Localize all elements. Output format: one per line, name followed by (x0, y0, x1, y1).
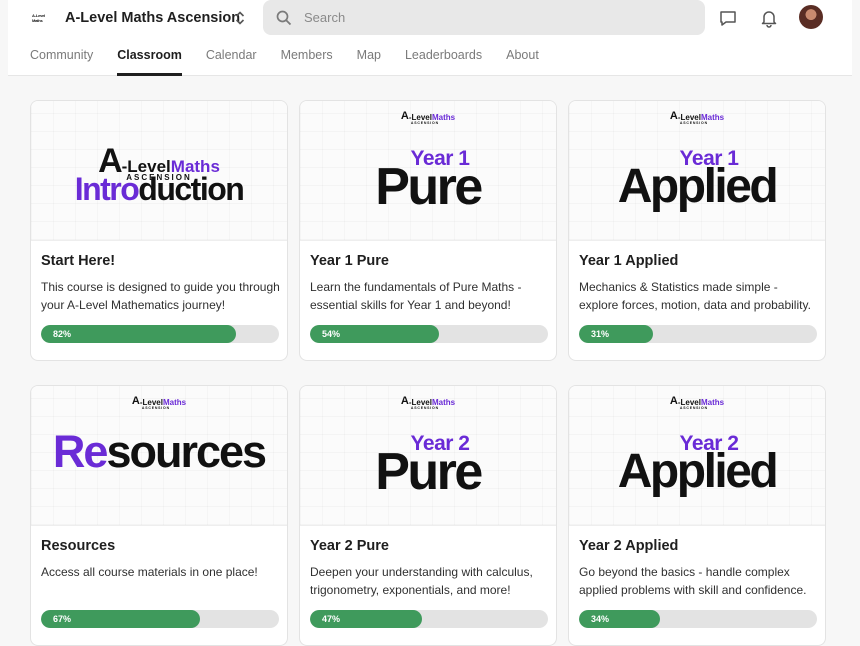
notification-bell-icon[interactable] (759, 8, 779, 28)
progress-fill: 34% (579, 610, 660, 628)
heading-part: duction (138, 171, 245, 207)
course-card-year-2-applied[interactable]: A -Level Maths ASCENSION Year 2 Applied Yea… (568, 385, 826, 646)
thumbnail-heading: Applied (569, 446, 825, 498)
progress-label: 67% (53, 614, 72, 624)
progress-fill: 31% (579, 325, 653, 343)
course-title: Start Here! (41, 253, 116, 269)
chat-icon[interactable] (718, 8, 738, 28)
course-card-year-1-applied[interactable]: A -Level Maths ASCENSION Year 1 Applied Yea… (568, 100, 826, 361)
brand[interactable]: A-Level Maths A-Level Maths Ascension (32, 6, 240, 30)
progress-bar: 34% (579, 610, 817, 628)
search-input[interactable] (304, 10, 684, 25)
course-title: Year 1 Applied (579, 253, 679, 269)
course-thumbnail: A -Level Maths ASCENSION Year 2 Pure (300, 386, 556, 526)
progress-label: 34% (591, 614, 610, 624)
course-description: Deepen your understanding with calculus,… (310, 565, 533, 597)
course-card-year-1-pure[interactable]: A -Level Maths ASCENSION Year 1 Pure Year 1… (299, 100, 557, 361)
progress-bar: 67% (41, 610, 279, 628)
community-switcher-icon[interactable] (233, 9, 247, 27)
tab-about[interactable]: About (506, 45, 539, 76)
progress-fill: 47% (310, 610, 422, 628)
progress-bar: 47% (310, 610, 548, 628)
community-logo-text: A-Level Maths (32, 13, 46, 23)
course-thumbnail: A -Level Maths ASCENSION Year 1 Applied (569, 101, 825, 241)
search-icon (276, 10, 292, 25)
community-logo: A-Level Maths (32, 13, 54, 23)
logo-ascension: ASCENSION (679, 121, 708, 125)
logo-ascension: ASCENSION (141, 406, 170, 410)
tab-map[interactable]: Map (357, 45, 381, 76)
course-title: Year 1 Pure (310, 253, 389, 269)
progress-label: 54% (322, 329, 341, 339)
course-thumbnail: A-LevelMaths ASCENSION Introduction (31, 101, 287, 241)
logo-ascension: ASCENSION (410, 406, 439, 410)
heading-part: A (617, 160, 653, 213)
tab-classroom[interactable]: Classroom (117, 45, 182, 76)
brand-logo-small: A -Level Maths ASCENSION (669, 110, 724, 125)
logo-ascension: ASCENSION (410, 121, 439, 125)
course-description: Access all course materials in one place… (41, 565, 258, 579)
heading-part: Intro (74, 171, 140, 207)
tab-leaderboards[interactable]: Leaderboards (405, 45, 482, 76)
heading-part: Re (52, 426, 109, 477)
logo-ascension: ASCENSION (679, 406, 708, 410)
progress-fill: 54% (310, 325, 439, 343)
logo-a: A (131, 395, 140, 407)
course-description: Mechanics & Statistics made simple - exp… (579, 280, 811, 312)
progress-label: 82% (53, 329, 72, 339)
progress-bar: 31% (579, 325, 817, 343)
heading-part: pplied (649, 160, 779, 213)
course-title: Year 2 Applied (579, 538, 679, 554)
tab-calendar[interactable]: Calendar (206, 45, 257, 76)
community-title: A-Level Maths Ascension (65, 10, 241, 26)
course-card-resources[interactable]: A -Level Maths ASCENSION Resources Resource… (30, 385, 288, 646)
course-description: Go beyond the basics - handle complex ap… (579, 565, 807, 597)
progress-fill: 82% (41, 325, 237, 343)
course-thumbnail: A -Level Maths ASCENSION Year 2 Applied (569, 386, 825, 526)
course-description: This course is designed to guide you thr… (41, 280, 280, 312)
course-description: Learn the fundamentals of Pure Maths - e… (310, 280, 522, 312)
top-bar: A-Level Maths A-Level Maths Ascension Co… (8, 0, 852, 76)
progress-label: 31% (591, 329, 610, 339)
brand-logo-small: A -Level Maths ASCENSION (669, 395, 724, 410)
logo-a: A (400, 110, 409, 122)
search-bar[interactable] (263, 0, 705, 35)
heading-part: sources (106, 426, 267, 477)
thumbnail-heading: Pure (375, 443, 483, 501)
logo-a: A (669, 110, 678, 122)
heading-part: pplied (649, 445, 779, 498)
course-title: Year 2 Pure (310, 538, 389, 554)
logo-a: A (400, 395, 409, 407)
progress-bar: 54% (310, 325, 548, 343)
progress-fill: 67% (41, 610, 201, 628)
nav-tabs: Community Classroom Calendar Members Map… (30, 45, 563, 76)
course-card-year-2-pure[interactable]: A -Level Maths ASCENSION Year 2 Pure Year 2… (299, 385, 557, 646)
heading-part: A (617, 445, 653, 498)
thumbnail-heading: Introduction (31, 171, 287, 208)
thumbnail-heading: Applied (569, 161, 825, 213)
tab-community[interactable]: Community (30, 45, 93, 76)
thumbnail-heading: Pure (375, 158, 483, 216)
progress-label: 47% (322, 614, 341, 624)
thumbnail-heading: Resources (31, 426, 287, 478)
course-thumbnail: A -Level Maths ASCENSION Year 1 Pure (300, 101, 556, 241)
course-thumbnail: A -Level Maths ASCENSION Resources (31, 386, 287, 526)
user-avatar[interactable] (799, 5, 823, 29)
brand-logo-small: A -Level Maths ASCENSION (400, 110, 455, 125)
tab-members[interactable]: Members (281, 45, 333, 76)
course-title: Resources (41, 538, 116, 554)
progress-bar: 82% (41, 325, 279, 343)
course-card-start-here[interactable]: A-LevelMaths ASCENSION Introduction Star… (30, 100, 288, 361)
brand-logo-small: A -Level Maths ASCENSION (131, 395, 186, 410)
brand-logo-small: A -Level Maths ASCENSION (400, 395, 455, 410)
logo-a: A (669, 395, 678, 407)
